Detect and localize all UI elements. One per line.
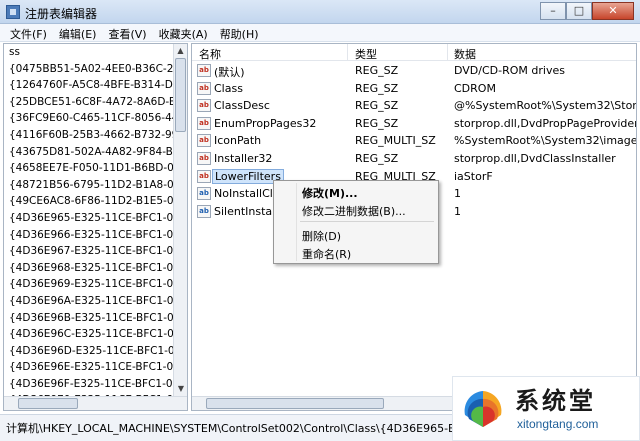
- tree-item[interactable]: {4116F60B-25B3-4662-B732-99A6: [4, 127, 175, 144]
- menu-separator: [300, 221, 434, 222]
- value-name: SilentInstall: [214, 204, 279, 218]
- tree-item[interactable]: {43675D81-502A-4A82-9F84-B75F: [4, 144, 175, 161]
- tree-item[interactable]: {4D36E965-E325-11CE-BFC1-0800: [4, 210, 175, 227]
- value-data: 1: [454, 187, 461, 201]
- scroll-up-icon[interactable]: ▲: [174, 44, 187, 58]
- tree-item[interactable]: {4658EE7E-F050-11D1-B6BD-00C0: [4, 160, 175, 177]
- value-data: iaStorF: [454, 169, 493, 183]
- value-name: IconPath: [214, 134, 262, 148]
- string-value-icon: ab: [197, 152, 211, 165]
- tree-item[interactable]: {49CE6AC8-6F86-11D2-B1E5-0080: [4, 193, 175, 210]
- maximize-button[interactable]: □: [566, 2, 592, 20]
- tree-item[interactable]: {4D36E967-E325-11CE-BFC1-0800: [4, 243, 175, 260]
- tree-item[interactable]: {4D36E96C-E325-11CE-BFC1-0800: [4, 326, 175, 343]
- value-type: REG_SZ: [355, 81, 399, 95]
- scroll-thumb[interactable]: [175, 58, 186, 132]
- string-value-icon: ab: [197, 134, 211, 148]
- tree-item[interactable]: {4D36E96A-E325-11CE-BFC1-0800: [4, 293, 175, 310]
- minimize-button[interactable]: –: [540, 2, 566, 20]
- tree-vertical-scrollbar[interactable]: ▲ ▼: [173, 44, 187, 396]
- string-value-icon: ab: [197, 81, 211, 95]
- context-menu: 修改(M)... 修改二进制数据(B)... 删除(D) 重命名(R): [273, 180, 439, 264]
- value-row[interactable]: ab Installer32 REG_SZ storprop.dll,DvdClass…: [192, 150, 636, 168]
- menu-item-rename[interactable]: 重命名(R): [302, 246, 351, 262]
- column-divider[interactable]: [447, 44, 448, 61]
- column-header-data[interactable]: 数据: [454, 46, 476, 62]
- key-tree: ss {0475BB51-5A02-4EE0-B36C-2904 {1264760F…: [3, 43, 188, 411]
- value-type: REG_SZ: [355, 116, 399, 130]
- value-data: DVD/CD-ROM drives: [454, 64, 565, 77]
- value-data: CDROM: [454, 81, 496, 95]
- value-row[interactable]: ab EnumPropPages32 REG_SZ storprop.dll,DvdP…: [192, 115, 637, 133]
- menu-view[interactable]: 查看(V): [102, 24, 152, 41]
- menu-item-delete[interactable]: 删除(D): [302, 228, 341, 244]
- title-bar: 注册表编辑器 – □ ✕: [0, 0, 640, 24]
- value-type: REG_SZ: [355, 64, 399, 77]
- value-data: storprop.dll,DvdClassInstaller: [454, 152, 616, 165]
- value-row[interactable]: ab (默认) REG_SZ DVD/CD-ROM drives: [192, 62, 636, 80]
- menu-item-modify-binary[interactable]: 修改二进制数据(B)...: [302, 203, 406, 219]
- value-row[interactable]: ab ClassDesc REG_SZ @%SystemRoot%\System32\…: [192, 97, 637, 115]
- column-divider[interactable]: [347, 44, 348, 61]
- tree-item[interactable]: ss: [4, 44, 175, 61]
- scroll-thumb[interactable]: [206, 398, 384, 409]
- tree-item[interactable]: {1264760F-A5C8-4BFE-B314-D56A: [4, 77, 175, 94]
- value-name: Class: [214, 81, 243, 95]
- window-controls: – □ ✕: [540, 2, 634, 20]
- tree-horizontal-scrollbar[interactable]: [4, 396, 187, 410]
- menu-gutter: [296, 183, 297, 261]
- value-data: 1: [454, 204, 461, 218]
- watermark-url: xitongtang.com: [517, 417, 599, 431]
- values-header: 名称 类型 数据: [192, 44, 636, 62]
- tree-item[interactable]: {25DBCE51-6C8F-4A72-8A6D-B54: [4, 94, 175, 111]
- string-value-icon: ab: [197, 64, 211, 77]
- menu-favorites[interactable]: 收藏夹(A): [153, 24, 214, 41]
- tree-item[interactable]: {0475BB51-5A02-4EE0-B36C-2904: [4, 61, 175, 78]
- tree-item[interactable]: {4D36E966-E325-11CE-BFC1-0800: [4, 227, 175, 244]
- menu-item-modify[interactable]: 修改(M)...: [302, 185, 358, 201]
- window-title: 注册表编辑器: [25, 7, 98, 21]
- tree-item[interactable]: {4D36E96B-E325-11CE-BFC1-0800: [4, 310, 175, 327]
- value-name: (默认): [214, 66, 245, 79]
- watermark: 系统堂 xitongtang.com: [452, 376, 640, 441]
- tree-item[interactable]: {36FC9E60-C465-11CF-8056-44455: [4, 110, 175, 127]
- value-data: storprop.dll,DvdPropPageProvider: [454, 116, 637, 130]
- watermark-logo-icon: [464, 391, 502, 427]
- string-value-icon: ab: [197, 99, 211, 113]
- scroll-thumb[interactable]: [18, 398, 78, 409]
- value-type: REG_SZ: [355, 152, 399, 165]
- value-type: REG_MULTI_SZ: [355, 134, 436, 148]
- value-data: %SystemRoot%\System32\imageres.: [454, 134, 637, 148]
- column-header-name[interactable]: 名称: [199, 46, 221, 62]
- close-button[interactable]: ✕: [592, 2, 634, 20]
- tree-item[interactable]: {48721B56-6795-11D2-B1A8-0080: [4, 177, 175, 194]
- tree-item[interactable]: {4D36E968-E325-11CE-BFC1-0800: [4, 260, 175, 277]
- value-data: @%SystemRoot%\System32\StorPro: [454, 99, 637, 113]
- tree-item[interactable]: {4D36E969-E325-11CE-BFC1-0800: [4, 276, 175, 293]
- value-name: ClassDesc: [214, 99, 270, 113]
- column-header-type[interactable]: 类型: [355, 46, 377, 62]
- menu-edit[interactable]: 编辑(E): [53, 24, 103, 41]
- menu-bar: 文件(F) 编辑(E) 查看(V) 收藏夹(A) 帮助(H): [0, 24, 640, 42]
- menu-help[interactable]: 帮助(H): [214, 24, 265, 41]
- watermark-text: 系统堂: [515, 386, 596, 415]
- value-row[interactable]: ab IconPath REG_MULTI_SZ %SystemRoot%\Syste…: [192, 132, 637, 150]
- scroll-down-icon[interactable]: ▼: [174, 382, 187, 396]
- tree-item[interactable]: {4D36E96D-E325-11CE-BFC1-0800: [4, 343, 175, 360]
- value-name: Installer32: [214, 152, 273, 165]
- tree-item[interactable]: {4D36E96F-E325-11CE-BFC1-0800: [4, 376, 175, 393]
- string-value-icon: ab: [197, 169, 211, 183]
- binary-value-icon: ab: [197, 204, 211, 218]
- status-path: 计算机\HKEY_LOCAL_MACHINE\SYSTEM\ControlSet…: [6, 422, 509, 435]
- regedit-icon: [6, 5, 20, 19]
- menu-file[interactable]: 文件(F): [4, 24, 53, 41]
- tree-item[interactable]: {4D36E96E-E325-11CE-BFC1-0800: [4, 359, 175, 376]
- value-name: EnumPropPages32: [214, 116, 317, 130]
- value-row[interactable]: ab Class REG_SZ CDROM: [192, 80, 636, 98]
- value-type: REG_SZ: [355, 99, 399, 113]
- binary-value-icon: ab: [197, 187, 211, 201]
- string-value-icon: ab: [197, 116, 211, 130]
- key-tree-list: ss {0475BB51-5A02-4EE0-B36C-2904 {1264760F…: [4, 44, 175, 396]
